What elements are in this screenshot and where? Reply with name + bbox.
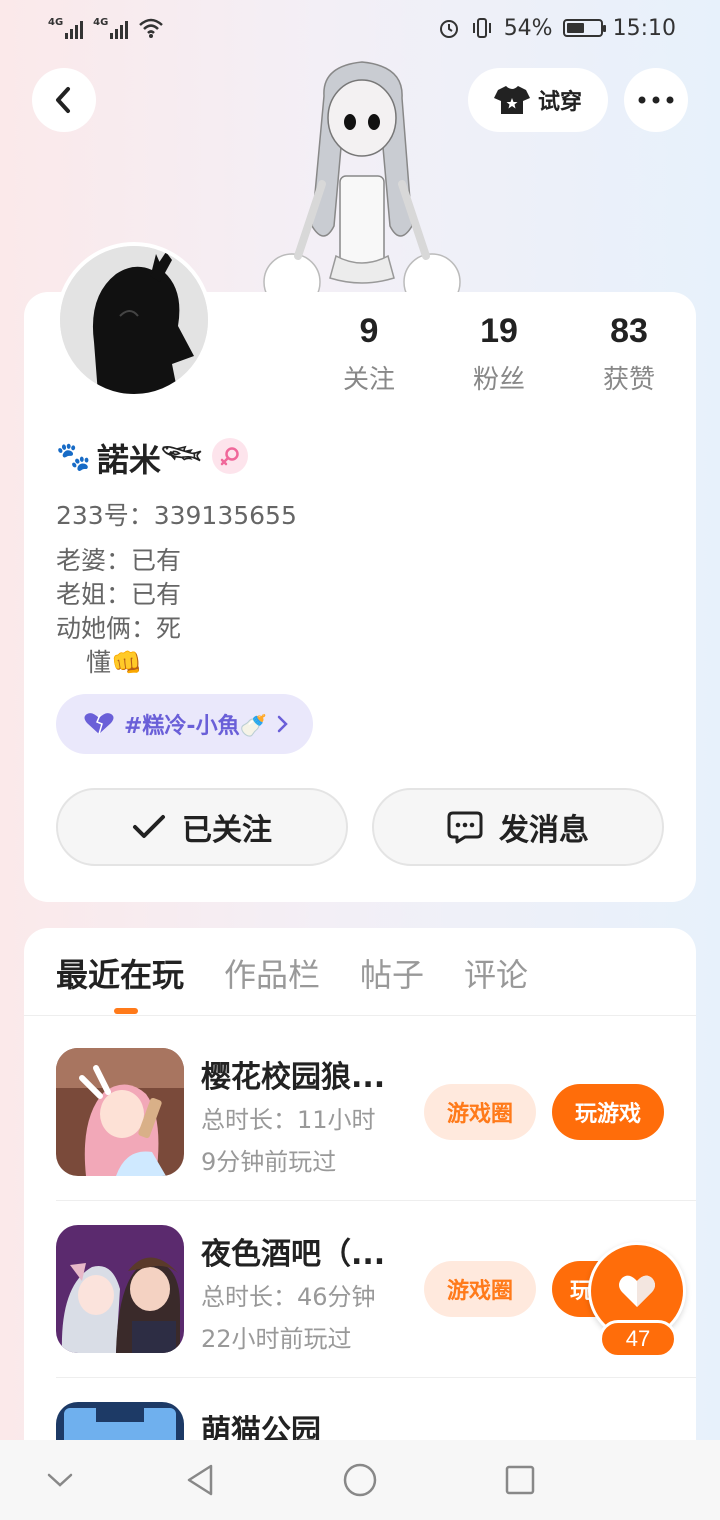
stat-label: 粉丝 bbox=[472, 365, 525, 395]
game-title: 樱花校园狼... bbox=[201, 1060, 386, 1095]
stat-label: 关注 bbox=[342, 365, 395, 395]
chat-bubble-icon bbox=[447, 811, 483, 844]
more-dots-icon bbox=[638, 96, 674, 104]
heart-icon bbox=[619, 1275, 655, 1307]
avatar-silhouette bbox=[60, 246, 208, 394]
alarm-icon bbox=[439, 20, 458, 38]
game-circle-button[interactable]: 游戏圈 bbox=[424, 1261, 536, 1317]
try-on-label: 试穿 bbox=[537, 90, 582, 115]
battery-icon bbox=[562, 19, 606, 37]
avatar-3d-figure bbox=[263, 61, 461, 296]
stat-followers[interactable]: 19 粉丝 bbox=[434, 312, 564, 396]
tabs-divider bbox=[24, 1015, 696, 1016]
bio: 老婆：已有 老姐：已有 动她俩：死 懂👊 bbox=[56, 544, 226, 680]
paw-emoji: 🐾 bbox=[56, 439, 91, 473]
bio-line: 老婆：已有 bbox=[56, 546, 182, 575]
play-game-button[interactable]: 玩游戏 bbox=[552, 1084, 664, 1140]
status-right: 54% 15:10 bbox=[438, 16, 676, 41]
game-icon bbox=[56, 1225, 184, 1353]
status-left: 4G 4G bbox=[48, 17, 164, 39]
bio-line: 动她俩：死 bbox=[56, 614, 182, 643]
name-row: 🐾 諾米𓆝 bbox=[56, 430, 249, 482]
nickname: 諾米𓆝 bbox=[96, 441, 203, 479]
tab-recent-played[interactable]: 最近在玩 bbox=[56, 950, 184, 996]
back-button[interactable] bbox=[32, 68, 96, 132]
game-title: 夜色酒吧（... bbox=[201, 1237, 386, 1272]
check-icon bbox=[133, 815, 165, 838]
vibrate-icon bbox=[472, 18, 491, 38]
stat-following[interactable]: 9 关注 bbox=[304, 312, 434, 396]
clock: 15:10 bbox=[612, 15, 676, 41]
stat-value: 83 bbox=[610, 312, 648, 350]
following-button[interactable]: 已关注 bbox=[56, 788, 348, 866]
battery-percent: 54% bbox=[503, 15, 553, 41]
game-circle-button[interactable]: 游戏圈 bbox=[424, 1084, 536, 1140]
status-bar: 4G 4G 54% 15:10 bbox=[0, 0, 720, 56]
bio-line: 懂👊 bbox=[86, 648, 143, 677]
stat-label: 获赞 bbox=[602, 365, 655, 395]
circle-tag-label: #糕冷-小魚🍼 bbox=[124, 714, 267, 739]
game-row[interactable]: 樱花校园狼... 总时长：11小时 9分钟前玩过 游戏圈 玩游戏 bbox=[56, 1048, 696, 1176]
try-on-button[interactable]: 试穿 bbox=[468, 68, 608, 132]
back-nav-button[interactable] bbox=[176, 1456, 224, 1504]
row-divider bbox=[56, 1377, 696, 1378]
tshirt-icon bbox=[493, 86, 530, 114]
wifi-icon bbox=[139, 18, 164, 38]
bio-line: 老姐：已有 bbox=[56, 580, 182, 609]
chevron-right-icon bbox=[277, 715, 288, 733]
triangle-back-icon bbox=[187, 1464, 213, 1496]
female-icon bbox=[212, 438, 249, 474]
user-id: 233号：339135655 bbox=[56, 501, 297, 530]
hide-nav-button[interactable] bbox=[36, 1456, 84, 1504]
circle-home-icon bbox=[343, 1463, 377, 1497]
stat-value: 9 bbox=[359, 312, 379, 350]
home-nav-button[interactable] bbox=[336, 1456, 384, 1504]
stat-value: 19 bbox=[480, 312, 518, 350]
game-duration: 总时长：46分钟 bbox=[201, 1283, 376, 1311]
more-button[interactable] bbox=[624, 68, 688, 132]
chevron-down-icon bbox=[47, 1473, 73, 1487]
recents-nav-button[interactable] bbox=[496, 1456, 544, 1504]
chevron-left-icon bbox=[56, 87, 70, 113]
tab-comments[interactable]: 评论 bbox=[464, 950, 528, 996]
game-duration: 总时长：11小时 bbox=[201, 1106, 376, 1134]
avatar[interactable] bbox=[56, 242, 212, 398]
game-icon bbox=[56, 1048, 184, 1176]
tabs: 最近在玩 作品栏 帖子 评论 bbox=[56, 950, 528, 996]
games-card: 最近在玩 作品栏 帖子 评论 樱花校园狼... 总时长：11小时 9分钟前玩过 … bbox=[24, 928, 696, 1520]
game-last-played: 9分钟前玩过 bbox=[201, 1148, 337, 1176]
navigation-bar bbox=[0, 1440, 720, 1520]
cellular-signal-icon: 4G bbox=[48, 17, 84, 39]
tab-works[interactable]: 作品栏 bbox=[224, 950, 320, 996]
stats-row: 9 关注 19 粉丝 83 获赞 bbox=[304, 312, 694, 396]
like-count: 47 bbox=[599, 1320, 677, 1358]
battery-fill bbox=[566, 23, 584, 33]
circle-tag[interactable]: #糕冷-小魚🍼 bbox=[56, 694, 313, 754]
tab-posts[interactable]: 帖子 bbox=[360, 950, 424, 996]
cellular-signal-icon: 4G bbox=[93, 17, 129, 39]
row-divider bbox=[56, 1200, 696, 1201]
square-recents-icon bbox=[505, 1465, 535, 1495]
heart-icon bbox=[84, 713, 114, 735]
game-last-played: 22小时前玩过 bbox=[201, 1325, 352, 1353]
message-label: 发消息 bbox=[499, 813, 589, 848]
following-label: 已关注 bbox=[182, 813, 272, 848]
stat-likes[interactable]: 83 获赞 bbox=[564, 312, 694, 396]
message-button[interactable]: 发消息 bbox=[372, 788, 664, 866]
tab-indicator bbox=[114, 1008, 138, 1014]
